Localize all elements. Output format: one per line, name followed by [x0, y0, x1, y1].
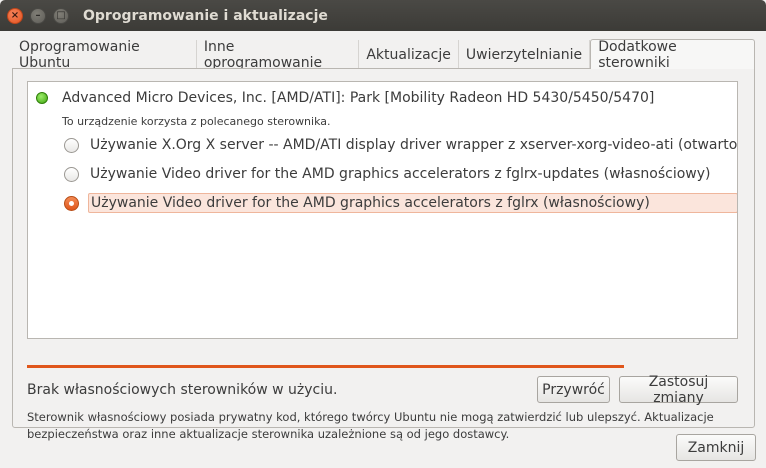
close-window-icon[interactable]: × [7, 7, 23, 24]
progress-bar [27, 365, 625, 368]
tab-other-software[interactable]: Inne oprogramowanie [197, 39, 360, 71]
proprietary-driver-note: Sterownik własnościowy posiada prywatny … [27, 410, 714, 441]
tab-notebook: Oprogramowanie Ubuntu Inne oprogramowani… [12, 39, 755, 441]
driver-option-fglrx[interactable]: Używanie Video driver for the AMD graphi… [64, 192, 737, 214]
tab-updates[interactable]: Aktualizacje [359, 40, 459, 69]
driver-list: Advanced Micro Devices, Inc. [AMD/ATI]: … [27, 81, 738, 339]
driver-option-label: Używanie X.Org X server -- AMD/ATI displ… [90, 137, 738, 153]
minimize-window-icon[interactable]: – [30, 7, 46, 24]
close-button[interactable]: Zamknij [676, 434, 756, 461]
device-status: To urządzenie korzysta z polecanego ster… [62, 115, 331, 128]
driver-option-label: Używanie Video driver for the AMD graphi… [88, 193, 737, 213]
tab-additional-drivers[interactable]: Dodatkowe sterowniki [590, 39, 755, 71]
radio-button[interactable] [64, 137, 79, 153]
radio-button[interactable] [64, 166, 79, 182]
apply-changes-button[interactable]: Zastosuj zmiany [619, 374, 738, 406]
tab-ubuntu-software[interactable]: Oprogramowanie Ubuntu [12, 39, 197, 71]
driver-option-label: Używanie Video driver for the AMD graphi… [90, 166, 711, 182]
driver-option-xorg-ati[interactable]: Używanie X.Org X server -- AMD/ATI displ… [64, 134, 738, 156]
device-header: Advanced Micro Devices, Inc. [AMD/ATI]: … [36, 90, 654, 106]
title-bar: × – □ Oprogramowanie i aktualizacje [0, 0, 766, 31]
radio-button-selected[interactable] [64, 195, 79, 211]
additional-drivers-page: Advanced Micro Devices, Inc. [AMD/ATI]: … [12, 68, 755, 441]
tab-authentication[interactable]: Uwierzytelnianie [459, 40, 591, 69]
status-led-icon [36, 92, 48, 104]
revert-button[interactable]: Przywróć [537, 376, 610, 403]
tab-bar: Oprogramowanie Ubuntu Inne oprogramowani… [12, 39, 755, 71]
driver-status-text: Brak własnościowych sterowników w użyciu… [27, 382, 338, 398]
window-title: Oprogramowanie i aktualizacje [83, 7, 328, 24]
device-name: Advanced Micro Devices, Inc. [AMD/ATI]: … [62, 90, 655, 106]
maximize-window-icon[interactable]: □ [53, 7, 69, 24]
driver-option-fglrx-updates[interactable]: Używanie Video driver for the AMD graphi… [64, 163, 713, 185]
